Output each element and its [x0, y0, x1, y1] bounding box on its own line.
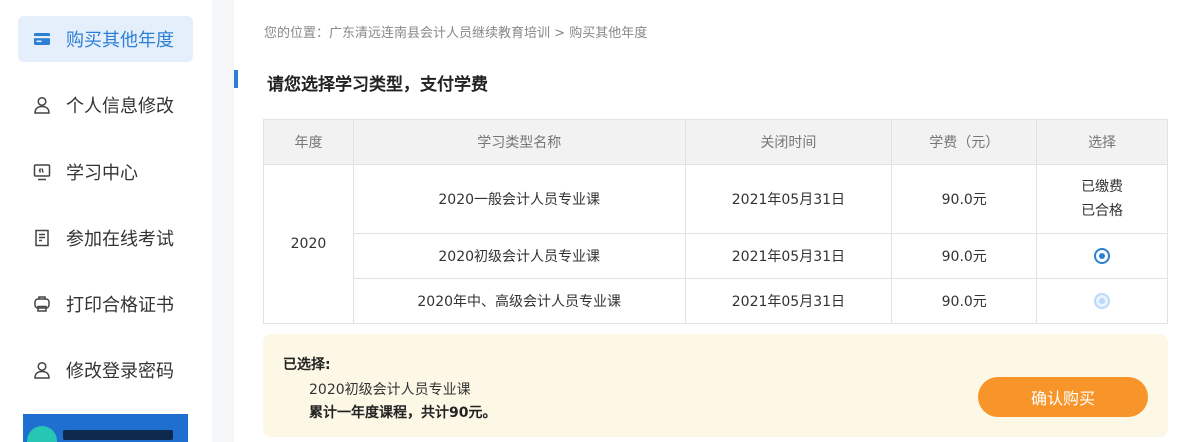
sidebar-item-profile[interactable]: 个人信息修改: [18, 82, 193, 128]
user-lock-icon: [32, 360, 52, 380]
sidebar-item-change-password[interactable]: 修改登录密码: [18, 347, 193, 393]
selection-summary: 已选择: 2020初级会计人员专业课 累计一年度课程，共计90元。 确认购买: [263, 334, 1168, 437]
course-radio-selected[interactable]: [1094, 248, 1111, 264]
sidebar-item-label: 修改登录密码: [66, 361, 174, 382]
main-panel: 您的位置：广东清远连南县会计人员继续教育培训 > 购买其他年度 请您选择学习类型…: [234, 0, 1194, 442]
breadcrumb-prefix: 您的位置：: [264, 26, 330, 41]
sidebar: 购买其他年度 个人信息修改 学习中心 参加在线考试 打印合格证书 修改登录密码: [0, 0, 212, 442]
user-icon: [32, 95, 52, 115]
select-cell: [1036, 278, 1168, 324]
summary-total: 累计一年度课程，共计90元。: [309, 405, 497, 421]
sidebar-item-label: 购买其他年度: [66, 30, 174, 51]
fee-cell: 90.0元: [891, 278, 1038, 324]
course-name-cell: 2020一般会计人员专业课: [352, 164, 686, 234]
banner-graphic: [27, 426, 57, 442]
sidebar-item-label: 打印合格证书: [66, 295, 174, 316]
summary-selected-course: 2020初级会计人员专业课: [309, 382, 471, 398]
card-icon: [32, 29, 52, 49]
promo-banner[interactable]: [23, 414, 188, 442]
course-name-cell: 2020年中、高级会计人员专业课: [352, 278, 686, 324]
confirm-purchase-button[interactable]: 确认购买: [978, 377, 1148, 417]
section-accent-bar: [234, 70, 238, 88]
sidebar-item-label: 参加在线考试: [66, 229, 174, 250]
status-cell: 已缴费 已合格: [1036, 164, 1168, 234]
sidebar-item-print-certificate[interactable]: 打印合格证书: [18, 281, 193, 327]
exam-doc-icon: [32, 228, 52, 248]
select-cell: [1036, 233, 1168, 279]
header-course-name: 学习类型名称: [352, 119, 686, 165]
passed-status: 已合格: [1081, 203, 1124, 219]
sidebar-item-buy-other-year[interactable]: 购买其他年度: [18, 16, 193, 62]
header-year: 年度: [263, 119, 354, 165]
fee-cell: 90.0元: [891, 164, 1038, 234]
header-close-time: 关闭时间: [684, 119, 893, 165]
app-root: 购买其他年度 个人信息修改 学习中心 参加在线考试 打印合格证书 修改登录密码 …: [0, 0, 1194, 442]
sidebar-item-online-exam[interactable]: 参加在线考试: [18, 215, 193, 261]
fee-cell: 90.0元: [891, 233, 1038, 279]
banner-graphic: [63, 430, 173, 440]
printer-icon: [32, 294, 52, 314]
table-header-row: 年度 学习类型名称 关闭时间 学费（元） 选择: [263, 119, 1168, 165]
sidebar-item-label: 学习中心: [66, 163, 138, 184]
summary-label: 已选择:: [283, 357, 331, 373]
breadcrumb-current: 购买其他年度: [569, 26, 648, 41]
paid-status: 已缴费: [1081, 179, 1124, 195]
course-table: 年度 学习类型名称 关闭时间 学费（元） 选择 2020 2020一般会计人员专…: [263, 119, 1168, 324]
sidebar-item-learning-center[interactable]: 学习中心: [18, 149, 193, 195]
breadcrumb-separator: >: [550, 26, 570, 41]
table-row: 2020年中、高级会计人员专业课 2021年05月31日 90.0元: [264, 278, 1168, 324]
sidebar-item-label: 个人信息修改: [66, 96, 174, 117]
course-name-cell: 2020初级会计人员专业课: [352, 233, 686, 279]
close-time-cell: 2021年05月31日: [684, 164, 893, 234]
year-cell: 2020: [263, 164, 354, 324]
breadcrumb-link[interactable]: 广东清远连南县会计人员继续教育培训: [329, 26, 550, 41]
monitor-icon: [32, 162, 52, 182]
section-title: 请您选择学习类型，支付学费: [267, 75, 488, 95]
breadcrumb: 您的位置：广东清远连南县会计人员继续教育培训 > 购买其他年度: [264, 22, 647, 41]
table-row: 2020 2020一般会计人员专业课 2021年05月31日 90.0元 已缴费…: [263, 164, 1168, 324]
course-radio-disabled[interactable]: [1094, 293, 1111, 309]
header-select: 选择: [1036, 119, 1168, 165]
close-time-cell: 2021年05月31日: [684, 233, 893, 279]
header-fee: 学费（元）: [891, 119, 1038, 165]
close-time-cell: 2021年05月31日: [684, 278, 893, 324]
table-row: 2020初级会计人员专业课 2021年05月31日 90.0元: [264, 233, 1168, 279]
